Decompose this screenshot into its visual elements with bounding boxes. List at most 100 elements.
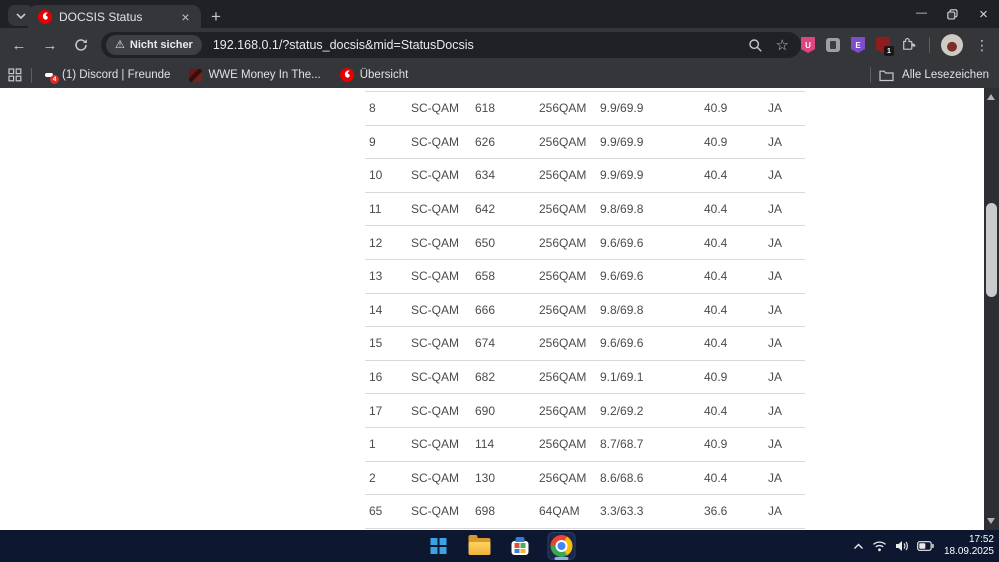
table-cell: 642 <box>475 202 496 217</box>
table-cell: SC-QAM <box>411 403 459 418</box>
restore-button[interactable] <box>937 0 968 28</box>
chevron-down-icon <box>15 12 26 19</box>
table-row: 13 SC-QAM 658 256QAM 9.6/69.6 40.4 JA <box>365 258 805 293</box>
restore-icon <box>947 8 958 20</box>
table-cell: 15 <box>369 336 383 351</box>
bookmark-star-icon[interactable]: ☆ <box>776 38 789 53</box>
bookmark-discord[interactable]: 4 (1) Discord | Freunde <box>42 68 170 84</box>
close-window-button[interactable]: × <box>968 0 999 28</box>
all-bookmarks-label: Alle Lesezeichen <box>902 69 989 81</box>
store-icon <box>511 537 529 555</box>
scroll-down-arrow-icon[interactable] <box>987 518 995 524</box>
table-cell: 36.6 <box>704 504 728 519</box>
vertical-scrollbar[interactable] <box>984 88 999 530</box>
table-cell: SC-QAM <box>411 336 459 351</box>
extension-badge: 1 <box>884 46 894 56</box>
table-cell: 618 <box>475 101 496 116</box>
table-cell: 634 <box>475 168 496 183</box>
profile-avatar[interactable] <box>941 34 963 56</box>
omnibox-right-icons: ☆ <box>748 38 789 53</box>
table-cell: 9.6/69.6 <box>600 235 644 250</box>
security-chip[interactable]: ⚠ Nicht sicher <box>106 35 202 55</box>
vodafone-favicon-icon <box>339 68 354 82</box>
table-cell: JA <box>768 168 783 183</box>
file-explorer-button[interactable] <box>465 532 493 560</box>
table-cell: JA <box>768 302 783 317</box>
table-cell: 40.9 <box>704 437 728 452</box>
table-cell: SC-QAM <box>411 134 459 149</box>
bookmarks-right-separator <box>870 67 872 83</box>
clock-date: 18.09.2025 <box>943 546 994 557</box>
menu-button[interactable]: ⋮ <box>974 37 990 54</box>
table-cell: JA <box>768 101 783 116</box>
minimize-icon: — <box>916 6 927 19</box>
table-cell: 9.2/69.2 <box>600 403 644 418</box>
table-cell: 666 <box>475 302 496 317</box>
table-cell: JA <box>768 437 783 452</box>
table-row: 65 SC-QAM 698 64QAM 3.3/63.3 36.6 JA <box>365 494 805 528</box>
wifi-icon[interactable] <box>872 540 887 552</box>
tab-close-icon[interactable]: × <box>177 8 194 25</box>
bookmark-wwe[interactable]: WWE Money In The... <box>189 68 321 82</box>
bookmarks-bar: 4 (1) Discord | Freunde WWE Money In The… <box>0 62 999 88</box>
start-button[interactable] <box>424 532 452 560</box>
table-row: 11 SC-QAM 642 256QAM 9.8/69.8 40.4 JA <box>365 191 805 226</box>
tab-docsis-status[interactable]: DOCSIS Status × <box>28 5 201 28</box>
system-tray: 17:52 18.09.2025 <box>853 530 994 562</box>
tab-title: DOCSIS Status <box>59 9 143 24</box>
back-button[interactable]: ← <box>8 34 30 56</box>
extension-gray-icon[interactable] <box>826 38 840 52</box>
battery-icon[interactable] <box>917 541 934 551</box>
table-row: 14 SC-QAM 666 256QAM 9.8/69.8 40.4 JA <box>365 292 805 327</box>
scroll-up-arrow-icon[interactable] <box>987 94 995 100</box>
table-cell: 11 <box>369 202 382 217</box>
volume-icon[interactable] <box>895 540 909 552</box>
table-cell: 40.4 <box>704 403 728 418</box>
zoom-icon[interactable] <box>748 38 763 53</box>
table-cell: 10 <box>369 168 383 183</box>
scrollbar-thumb[interactable] <box>986 203 997 297</box>
taskbar-clock[interactable]: 17:52 18.09.2025 <box>942 534 994 559</box>
extensions-puzzle-icon[interactable] <box>901 37 918 54</box>
table-cell: 9.9/69.9 <box>600 101 644 116</box>
window-controls: — × <box>906 0 999 28</box>
table-row: 17 SC-QAM 690 256QAM 9.2/69.2 40.4 JA <box>365 393 805 427</box>
table-row: 9 SC-QAM 626 256QAM 9.9/69.9 40.9 JA <box>365 124 805 159</box>
forward-button[interactable]: → <box>39 34 61 56</box>
new-tab-button[interactable]: + <box>204 5 228 28</box>
extension-purple-shield-icon[interactable]: E <box>851 37 865 53</box>
table-cell: JA <box>768 235 783 250</box>
table-cell: JA <box>768 504 783 519</box>
bookmark-uebersicht[interactable]: Übersicht <box>339 68 408 82</box>
chrome-taskbar-button[interactable] <box>547 532 575 560</box>
address-bar[interactable]: ⚠ Nicht sicher 192.168.0.1/?status_docsi… <box>101 32 801 58</box>
table-cell: 40.4 <box>704 269 728 284</box>
reload-button[interactable] <box>70 34 92 56</box>
table-cell: 698 <box>475 504 496 519</box>
folder-icon <box>468 534 490 555</box>
table-cell: 9.8/69.8 <box>600 302 644 317</box>
extensions-area: U E 1 ⋮ <box>801 34 999 56</box>
apps-grid-icon[interactable] <box>8 68 22 82</box>
discord-favicon-icon: 4 <box>42 68 59 84</box>
extension-pink-shield-icon[interactable]: U <box>801 37 815 53</box>
table-cell: 65 <box>369 504 383 519</box>
table-cell: 1 <box>369 437 376 452</box>
extension-red-shield[interactable]: 1 <box>876 37 894 56</box>
table-cell: 8 <box>369 101 376 116</box>
security-label: Nicht sicher <box>129 39 193 51</box>
tab-strip: DOCSIS Status × + — × <box>0 0 999 28</box>
table-cell: 682 <box>475 370 496 385</box>
page-content: 8 SC-QAM 618 256QAM 9.9/69.9 40.9 JA 9 SC-QAM 626… <box>0 88 999 530</box>
browser-toolbar: ← → ⚠ Nicht sicher 192.168.0.1/?status_d… <box>0 28 999 62</box>
tray-chevron-up-icon[interactable] <box>853 543 864 550</box>
vodafone-favicon-icon <box>38 9 52 24</box>
table-cell: JA <box>768 403 783 418</box>
active-app-indicator <box>554 557 568 560</box>
table-cell: SC-QAM <box>411 504 459 519</box>
reload-icon <box>75 39 87 51</box>
all-bookmarks[interactable]: Alle Lesezeichen <box>870 67 989 83</box>
microsoft-store-button[interactable] <box>506 532 534 560</box>
minimize-button[interactable]: — <box>906 0 937 28</box>
table-cell: 256QAM <box>539 269 587 284</box>
